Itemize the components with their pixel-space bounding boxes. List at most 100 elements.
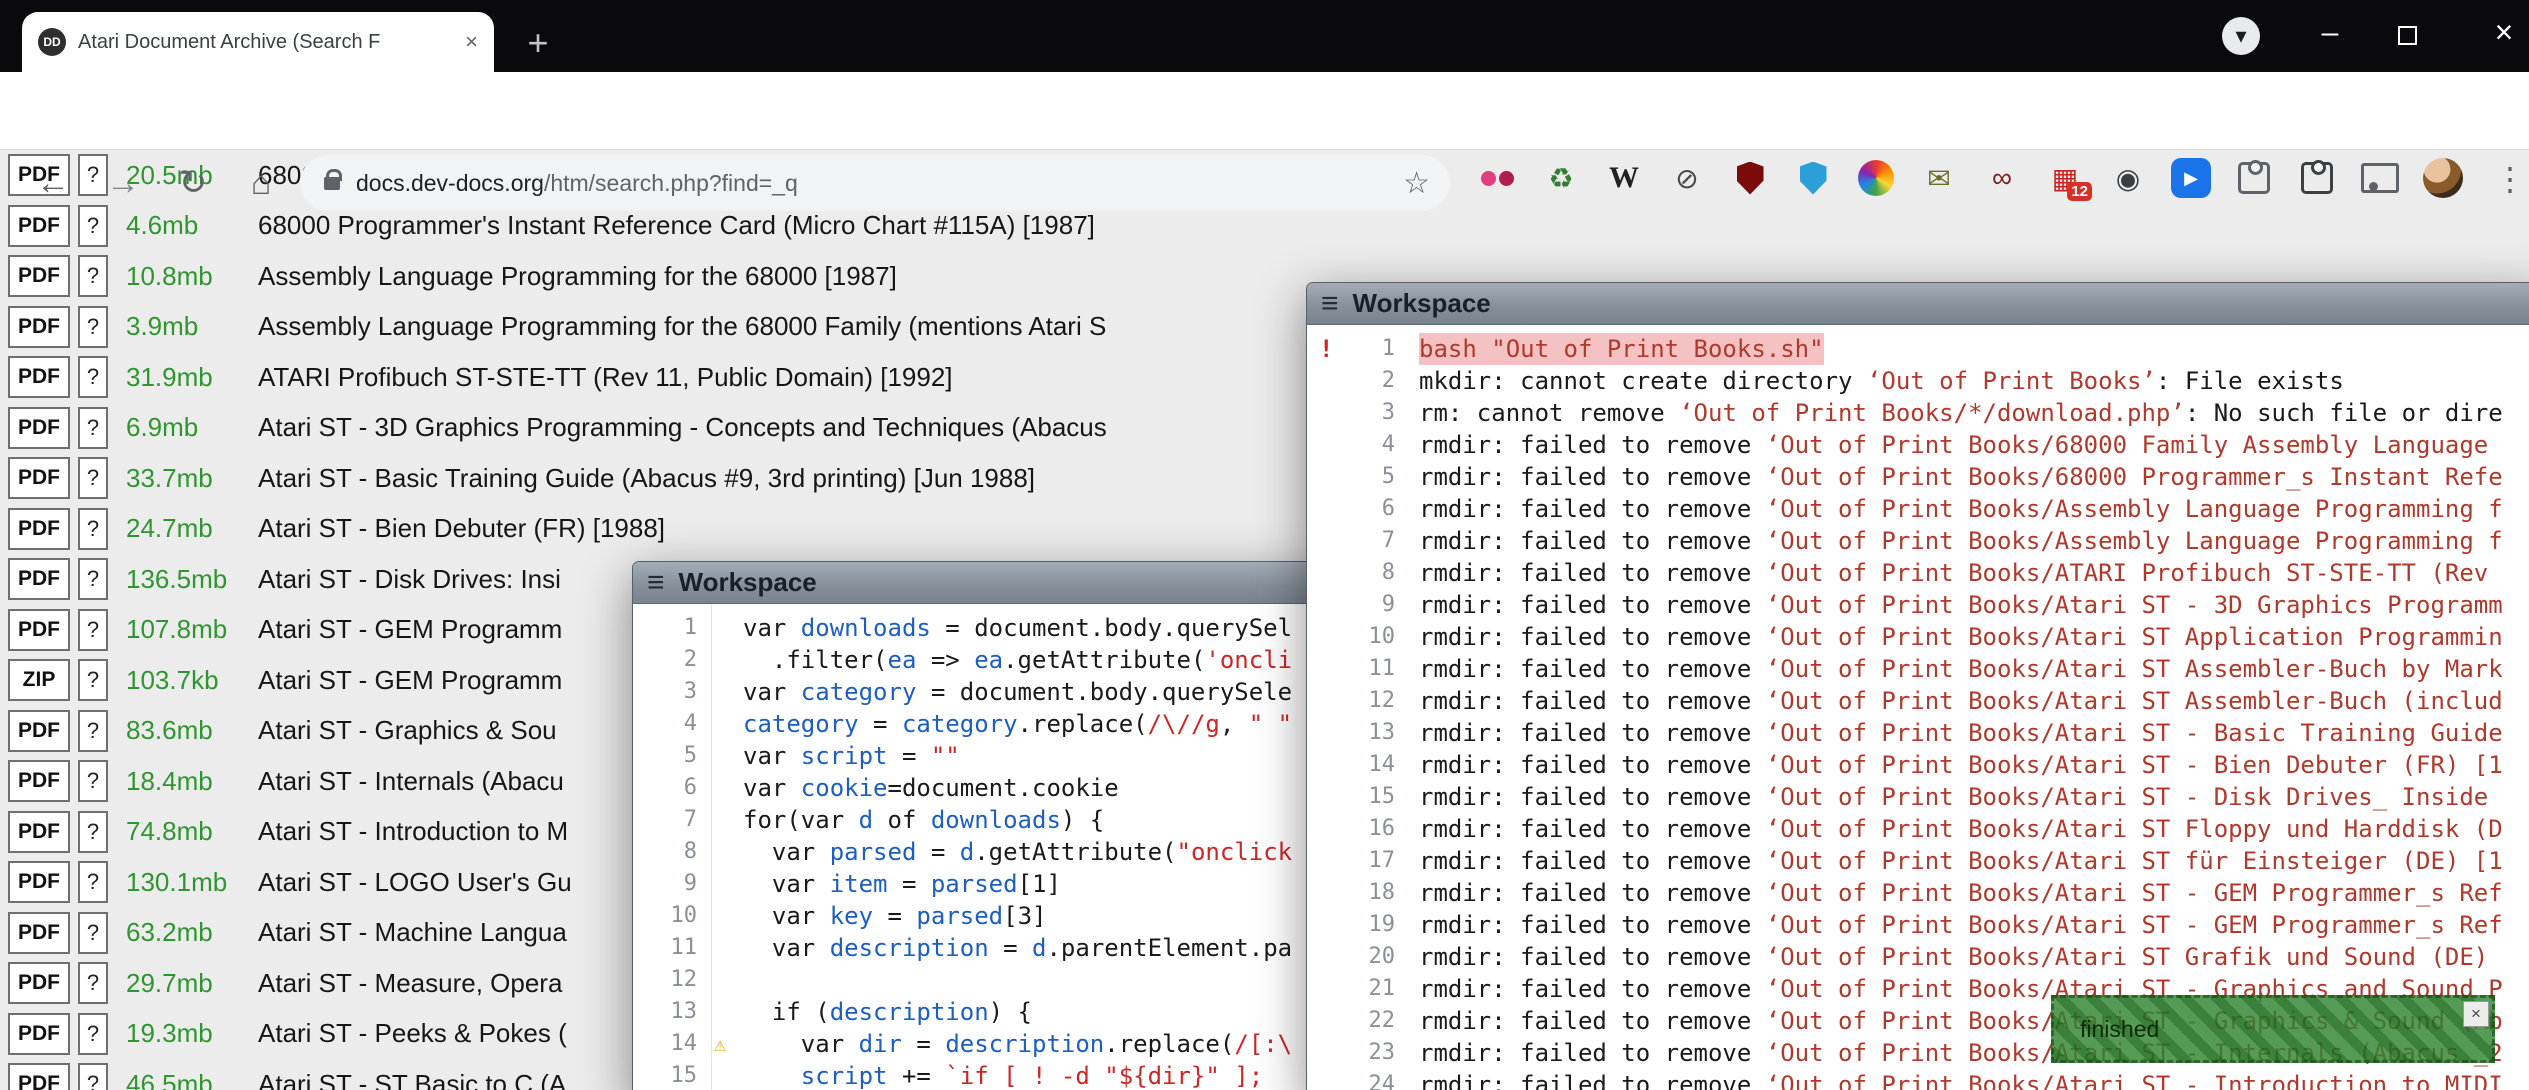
document-title-link[interactable]: Atari ST - Internals (Abacu (258, 766, 564, 797)
file-type-badge[interactable]: PDF (8, 508, 70, 550)
content-blocker-icon[interactable]: ⊘ (1667, 158, 1707, 198)
help-link[interactable]: ? (78, 558, 108, 600)
aperture-icon[interactable]: ◉ (2108, 158, 2148, 198)
color-wheel-icon[interactable] (1856, 158, 1896, 198)
puzzle-icon[interactable] (2234, 158, 2274, 198)
video-call-icon[interactable]: ▶ (2171, 158, 2211, 198)
help-link[interactable]: ? (78, 407, 108, 449)
document-title-link[interactable]: Atari ST - Machine Langua (258, 917, 567, 948)
document-title-link[interactable]: Atari ST - Basic Training Guide (Abacus … (258, 463, 1035, 494)
file-type-badge[interactable]: PDF (8, 1013, 70, 1055)
terminal-window-titlebar[interactable]: ≡ Workspace (1307, 283, 2529, 325)
document-title-link[interactable]: 68000 Programmer's Instant Reference Car… (258, 210, 1095, 241)
document-title-link[interactable]: Assembly Language Programming for the 68… (258, 261, 897, 292)
document-title-link[interactable]: Assembly Language Programming for the 68… (258, 311, 1106, 342)
reload-button[interactable]: ↻ (170, 160, 216, 206)
tab-close-icon[interactable]: × (465, 29, 478, 55)
notification-close-icon[interactable]: × (2463, 1001, 2489, 1027)
file-type-badge[interactable]: PDF (8, 962, 70, 1004)
window-menu-icon[interactable]: ≡ (647, 568, 665, 598)
document-title-link[interactable]: ATARI Profibuch ST-STE-TT (Rev 11, Publi… (258, 362, 953, 393)
document-title-link[interactable]: Atari ST - Peeks & Pokes ( (258, 1018, 567, 1049)
terminal-workspace-window: ≡ Workspace !1bash "Out of Print Books.s… (1306, 282, 2529, 1090)
help-link[interactable]: ? (78, 457, 108, 499)
text-segment: for(var (743, 806, 859, 834)
file-type-badge[interactable]: PDF (8, 912, 70, 954)
help-link[interactable]: ? (78, 205, 108, 247)
file-type-badge[interactable]: PDF (8, 255, 70, 297)
help-link[interactable]: ? (78, 508, 108, 550)
file-type-badge[interactable]: PDF (8, 356, 70, 398)
document-title-link[interactable]: Atari ST - Graphics & Sou (258, 715, 557, 746)
file-type-badge[interactable]: PDF (8, 760, 70, 802)
code-editor-body[interactable]: 1var downloads = document.body.querySel2… (633, 604, 1323, 1090)
profile-avatar[interactable] (2423, 158, 2463, 198)
notifications-icon[interactable]: ▦12 (2045, 158, 2085, 198)
document-title-link[interactable]: Atari ST - Introduction to M (258, 816, 568, 847)
document-title-link[interactable]: Atari ST - GEM Programm (258, 614, 562, 645)
text-segment: script (801, 742, 888, 770)
help-link[interactable]: ? (78, 659, 108, 701)
close-window-button[interactable]: × (2482, 14, 2526, 58)
document-title-link[interactable]: Atari ST - Bien Debuter (FR) [1988] (258, 513, 665, 544)
file-type-badge[interactable]: PDF (8, 407, 70, 449)
help-link[interactable]: ? (78, 255, 108, 297)
mail-icon[interactable]: ✉ (1919, 158, 1959, 198)
document-title-link[interactable]: Atari ST - 3D Graphics Programming - Con… (258, 412, 1107, 443)
help-link[interactable]: ? (78, 861, 108, 903)
document-title-link[interactable]: Atari ST - GEM Programm (258, 665, 562, 696)
url-text[interactable]: docs.dev-docs.org/htm/search.php?find=_q (356, 170, 798, 197)
document-title-link[interactable]: Atari ST - Disk Drives: Insi (258, 564, 561, 595)
new-tab-button[interactable]: + (516, 22, 560, 66)
help-link[interactable]: ? (78, 811, 108, 853)
text-segment: .parentElement.pa (1046, 934, 1292, 962)
help-link[interactable]: ? (78, 1013, 108, 1055)
browser-tab[interactable]: DD Atari Document Archive (Search F × (22, 12, 494, 72)
home-button[interactable]: ⌂ (238, 160, 284, 206)
file-type-badge[interactable]: PDF (8, 306, 70, 348)
document-title-link[interactable]: Atari ST - ST Basic to C (A (258, 1069, 566, 1090)
recycle-icon[interactable]: ♻ (1541, 158, 1581, 198)
help-link[interactable]: ? (78, 609, 108, 651)
blue-shield-icon[interactable] (1793, 158, 1833, 198)
forward-button[interactable]: → (100, 160, 146, 206)
file-type-badge[interactable]: PDF (8, 558, 70, 600)
browser-menu-icon[interactable]: ⋮ (2494, 160, 2526, 198)
help-link[interactable]: ? (78, 356, 108, 398)
file-type-badge[interactable]: PDF (8, 609, 70, 651)
photo-dots-icon[interactable] (1478, 158, 1518, 198)
window-menu-icon[interactable]: ≡ (1321, 289, 1339, 319)
file-type-badge[interactable]: PDF (8, 811, 70, 853)
help-link[interactable]: ? (78, 710, 108, 752)
file-type-badge[interactable]: PDF (8, 457, 70, 499)
address-bar[interactable]: docs.dev-docs.org/htm/search.php?find=_q… (300, 155, 1450, 211)
minimize-button[interactable]: – (2308, 16, 2352, 56)
file-type-badge[interactable]: PDF (8, 710, 70, 752)
code-window-titlebar[interactable]: ≡ Workspace (633, 562, 1323, 604)
ublock-shield-icon[interactable] (1730, 158, 1770, 198)
text-segment: rmdir: failed to remove (1419, 431, 1766, 459)
document-title-link[interactable]: Atari ST - Measure, Opera (258, 968, 562, 999)
puzzle-dark-icon[interactable] (2297, 158, 2337, 198)
cast-icon[interactable] (2360, 158, 2400, 198)
terminal-body[interactable]: !1bash "Out of Print Books.sh"2mkdir: ca… (1307, 325, 2529, 1090)
help-link[interactable]: ? (78, 962, 108, 1004)
help-link[interactable]: ? (78, 760, 108, 802)
back-button[interactable]: ← (30, 160, 76, 206)
maximize-button[interactable] (2398, 26, 2417, 45)
binoculars-icon[interactable]: ∞ (1982, 158, 2022, 198)
text-segment: = (989, 934, 1032, 962)
file-type-badge[interactable]: PDF (8, 1063, 70, 1090)
code-text: .filter(ea => ea.getAttribute('oncli (743, 644, 1292, 676)
help-link[interactable]: ? (78, 912, 108, 954)
text-segment: ‘Out of Print Books/Atari ST - Bien Debu… (1766, 751, 2503, 779)
update-chevron-icon[interactable]: ▾ (2222, 17, 2260, 55)
file-type-badge[interactable]: ZIP (8, 659, 70, 701)
help-link[interactable]: ? (78, 1063, 108, 1090)
help-link[interactable]: ? (78, 306, 108, 348)
file-type-badge[interactable]: PDF (8, 205, 70, 247)
bookmark-star-icon[interactable]: ☆ (1403, 166, 1430, 201)
document-title-link[interactable]: Atari ST - LOGO User's Gu (258, 867, 572, 898)
wikipedia-icon[interactable]: W (1604, 158, 1644, 198)
file-type-badge[interactable]: PDF (8, 861, 70, 903)
